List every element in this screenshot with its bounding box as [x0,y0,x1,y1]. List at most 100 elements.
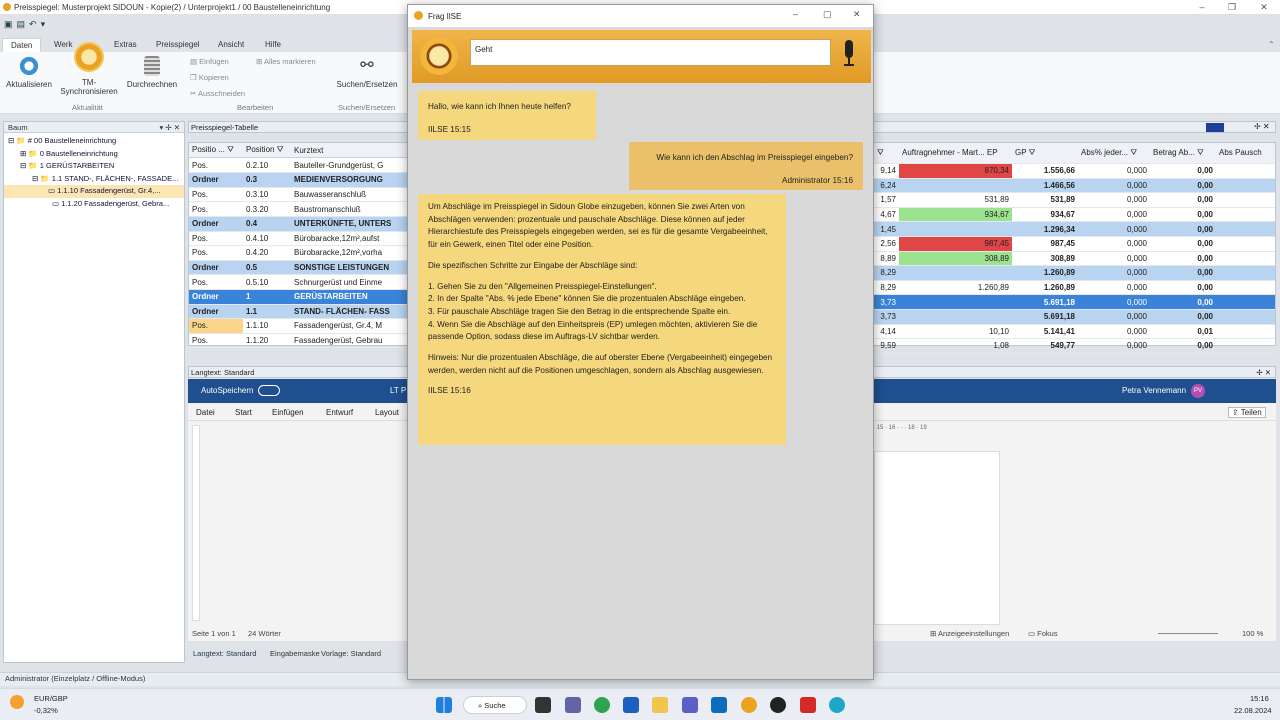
tab-langtext-standard[interactable]: Langtext: Standard [190,649,260,658]
autosave-toggle[interactable] [258,385,280,396]
col-header-abs-prozent[interactable]: Abs% jeder... ⛛ [1078,143,1150,164]
tree-item[interactable]: ⊟ 📁 # 00 Baustelleneinrichtung [8,135,184,148]
explorer-icon[interactable] [652,697,668,713]
tab-vorlage-standard[interactable]: Vorlage: Standard [321,649,381,658]
chat-maximize-icon[interactable]: ▢ [823,9,832,20]
tab-eingabemaske[interactable]: Eingabemaske [270,649,320,658]
table-row[interactable]: Pos. 0.2.10 Bauteller-Grundgerüst, G [189,158,407,174]
tree-item-selected[interactable]: ▭ 1.1.10 Fassadengerüst, Gr.4,... [4,185,184,198]
collapse-ribbon-icon[interactable]: ⌃ [1268,40,1275,49]
tree-item[interactable]: ⊟ 📁 1.1 STAND-, FLÄCHEN-, FASSADE... [8,173,184,186]
tree-item[interactable]: ⊞ 📁 0 Baustelleneinrichtung [8,148,184,161]
table-row[interactable]: 4,14 10,10 5.141,41 0,000 0,01 [874,324,1275,340]
table-row[interactable]: Ordner 0.5 SONSTIGE LEISTUNGEN [189,260,407,276]
print-icon[interactable]: ▤ [17,19,26,29]
microphone-icon[interactable] [842,40,856,72]
col-header-gp[interactable]: GP ⛛ [1012,143,1078,164]
acrobat-icon[interactable] [800,697,816,713]
table-row[interactable]: 1,45 1.296,34 0,000 0,00 [874,221,1275,237]
table-row[interactable]: 3,73 5.691,18 0,000 0,00 [874,294,1275,310]
table-row[interactable]: Pos. 0.3.10 Bauwasseranschluß [189,187,407,203]
table-row[interactable]: Pos. 0.5.10 Schnurgerüst und Einme [189,274,407,290]
taskbar-search[interactable]: ⌕ Suche [463,696,527,714]
document-page[interactable] [874,451,1000,625]
panel-pin-icon[interactable]: ✢ ✕ [1254,122,1270,131]
dropdown-icon[interactable]: ▾ [41,19,46,29]
menu-entwurf[interactable]: Entwurf [326,408,353,417]
col-header-abs-pausch[interactable]: Abs Pausch [1216,143,1275,164]
tab-hilfe[interactable]: Hilfe [257,38,289,51]
close-icon[interactable]: ✕ [1257,2,1271,13]
maximize-icon[interactable]: ❐ [1225,2,1239,13]
tm-label-1: TM- [81,78,97,87]
obs-icon[interactable] [770,697,786,713]
kopieren-button[interactable]: ❐ Kopieren [190,73,229,82]
alles-markieren-button[interactable]: ⊞ Alles markieren [256,57,316,66]
table-row[interactable]: Pos. 0.4.10 Bürobaracke,12m²,aufst [189,231,407,247]
teams-icon[interactable] [682,697,698,713]
table-row[interactable]: 8,29 1.260,89 1.260,89 0,000 0,00 [874,280,1275,296]
undo-icon[interactable]: ↶ [29,19,37,29]
display-settings-button[interactable]: ⊞ Anzeigeeinstellungen [930,629,1009,638]
windows-start-icon[interactable] [436,697,452,713]
avatar[interactable]: PV [1191,384,1205,398]
task-view-icon[interactable] [535,697,551,713]
autosave-label: AutoSpeichern [201,386,254,395]
tm-sync-button[interactable]: TM- Synchronisieren [58,42,120,96]
table-row[interactable]: Ordner 1.1 STAND- FLÄCHEN- FASS [189,304,407,320]
table-row[interactable]: Pos. 1.1.20 Fassadengerüst, Gebrau [189,333,407,349]
outlook-icon[interactable] [711,697,727,713]
save-icon[interactable]: ▣ [4,19,13,29]
table-row[interactable]: 1,57 531,89 531,89 0,000 0,00 [874,192,1275,208]
menu-layout[interactable]: Layout [375,408,399,417]
table-row[interactable]: 3,73 5.691,18 0,000 0,00 [874,309,1275,325]
tab-ansicht[interactable]: Ansicht [210,38,252,51]
einfuegen-button[interactable]: ▤ Einfügen [190,57,229,66]
menu-einfuegen[interactable]: Einfügen [272,408,304,417]
table-row[interactable]: Ordner 1 GERÜSTARBEITEN [189,289,407,305]
tab-preisspiegel[interactable]: Preisspiegel [148,38,208,51]
col-header-kurztext[interactable]: Kurztext [291,143,407,159]
menu-start[interactable]: Start [235,408,252,417]
suchen-ersetzen-button[interactable]: ⚯ Suchen/Ersetzen [334,56,400,89]
focus-button[interactable]: ▭ Fokus [1028,629,1058,638]
tab-daten[interactable]: Daten [2,38,42,52]
table-row[interactable]: Ordner 0.3 MEDIENVERSORGUNG [189,172,407,188]
word-icon[interactable] [623,697,639,713]
chat-minimize-icon[interactable]: – [793,9,798,19]
chat-close-icon[interactable]: ✕ [853,9,861,20]
table-row[interactable]: 8,29 1.260,89 0,000 0,00 [874,265,1275,281]
table-row[interactable]: 2,56 987,45 987,45 0,000 0,00 [874,236,1275,252]
sidoun-icon[interactable] [741,697,757,713]
menu-datei[interactable]: Datei [196,408,215,417]
table-row[interactable]: 8,89 308,89 308,89 0,000 0,00 [874,251,1275,267]
tree-item[interactable]: ▭ 1.1.20 Fassadengerüst, Gebra... [8,198,184,211]
grid-header-row: Positio ... ⛛ Position ⛛ Kurztext [189,143,407,159]
share-button[interactable]: ⇪ Teilen [1228,407,1266,418]
table-row[interactable]: Ordner 0.4 UNTERKÜNFTE, UNTERS [189,216,407,232]
table-row[interactable]: 6,24 1.466,56 0,000 0,00 [874,178,1275,194]
table-row[interactable]: Pos. 1.1.10 Fassadengerüst, Gr.4, M [189,318,407,334]
minimize-icon[interactable]: – [1195,2,1209,12]
table-cell: 0,00 [1150,178,1216,194]
col-header-position[interactable]: Position ⛛ [243,143,291,159]
table-cell: 0,00 [1150,309,1216,325]
aktualisieren-button[interactable]: Aktualisieren [4,56,54,89]
table-row[interactable]: Pos. 0.4.20 Bürobaracke,12m²,vorha [189,245,407,261]
chat-input[interactable]: Geht [470,39,831,66]
table-row[interactable]: 4,67 934,67 934,67 0,000 0,00 [874,207,1275,223]
teams-chat-icon[interactable] [565,697,581,713]
col-header-auftragnehmer-ep[interactable]: Auftragnehmer - Mart... EP [899,143,1012,164]
col-header-ep-partial[interactable]: ⛛ [874,143,899,164]
chrome-icon[interactable] [594,697,610,713]
col-header-betrag[interactable]: Betrag Ab... ⛛ [1150,143,1216,164]
durchrechnen-button[interactable]: Durchrechnen [124,56,180,89]
zoom-slider[interactable] [1158,633,1218,634]
edge-icon[interactable] [829,697,845,713]
table-row[interactable]: Pos. 0.3.20 Baustromanschluß [189,201,407,217]
tree-item[interactable]: ⊟ 📁 1 GERÜSTARBEITEN [8,160,184,173]
ausschneiden-button[interactable]: ✂ Ausschneiden [190,89,245,98]
col-header-positionsart[interactable]: Positio ... ⛛ [189,143,243,159]
table-row[interactable]: 9,14 870,34 1.556,66 0,000 0,00 [874,163,1275,179]
table-row[interactable]: 9,59 1,08 549,77 0,000 0,00 [874,338,1275,354]
